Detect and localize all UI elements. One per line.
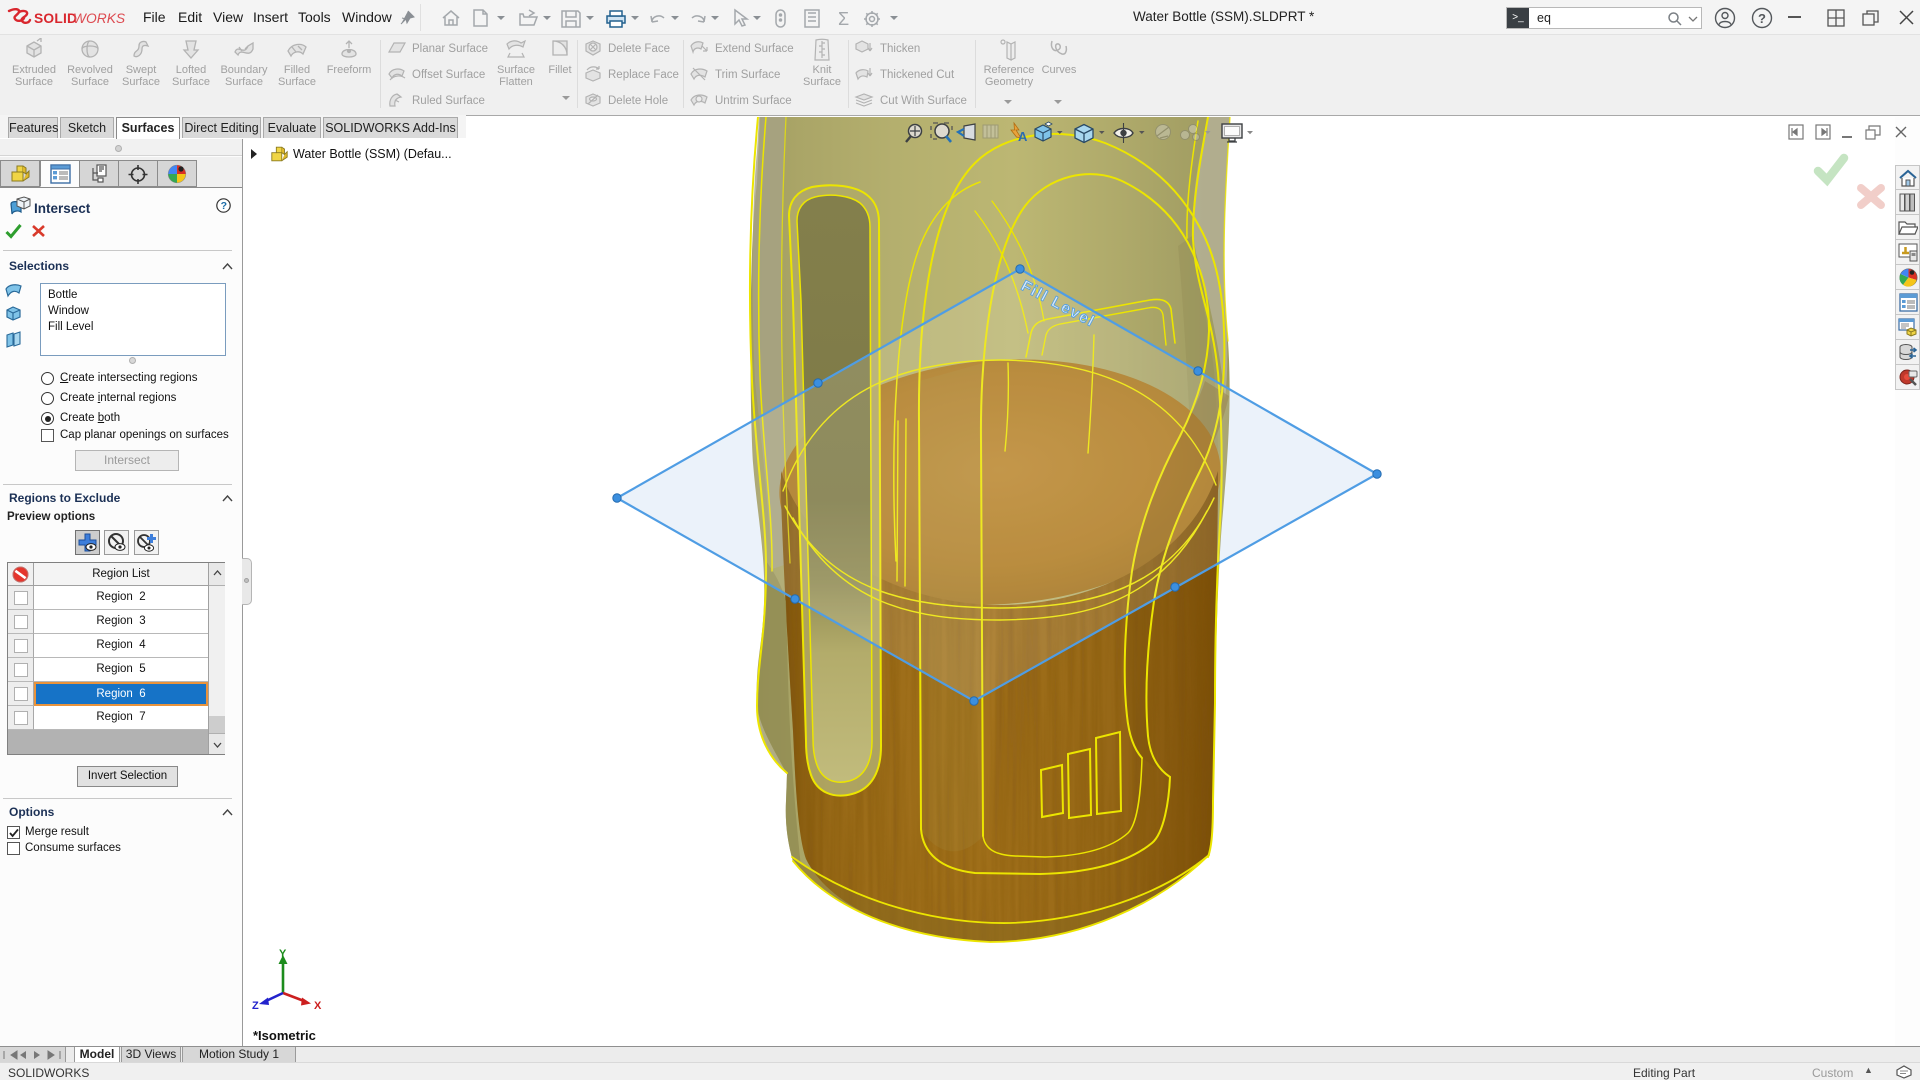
svg-text:X: X	[314, 1000, 322, 1012]
svg-text:?: ?	[1758, 11, 1766, 26]
svg-text:?: ?	[221, 200, 227, 212]
svg-text:Σ: Σ	[838, 9, 849, 28]
svg-text:SOLID: SOLID	[34, 11, 77, 26]
svg-text:WORKS: WORKS	[73, 11, 126, 26]
svg-text:Y: Y	[279, 949, 287, 960]
svg-text:Z: Z	[252, 1000, 259, 1012]
